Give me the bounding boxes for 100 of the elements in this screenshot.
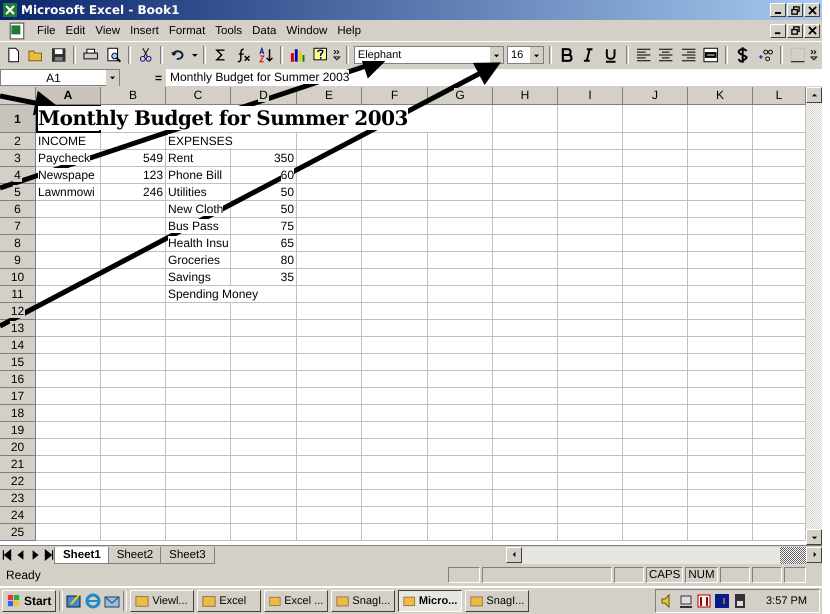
table-cell[interactable] [558, 252, 623, 269]
table-cell[interactable] [101, 422, 166, 439]
table-cell[interactable] [297, 422, 362, 439]
table-cell[interactable] [231, 303, 297, 320]
table-cell[interactable] [101, 337, 166, 354]
table-cell[interactable]: 350 [231, 150, 297, 167]
table-cell[interactable]: 75 [231, 218, 297, 235]
table-cell[interactable] [231, 371, 297, 388]
table-cell[interactable] [688, 371, 753, 388]
table-cell[interactable] [428, 337, 493, 354]
table-cell[interactable] [623, 252, 688, 269]
column-header[interactable]: H [493, 87, 558, 105]
row-header[interactable]: 25 [0, 524, 36, 541]
table-cell[interactable] [623, 371, 688, 388]
table-cell[interactable] [493, 218, 558, 235]
table-cell[interactable] [688, 286, 753, 303]
table-cell[interactable] [493, 201, 558, 218]
table-cell[interactable] [36, 405, 101, 422]
table-cell[interactable] [166, 439, 231, 456]
table-cell[interactable] [623, 473, 688, 490]
table-cell[interactable] [362, 235, 428, 252]
row-header[interactable]: 11 [0, 286, 36, 303]
table-cell[interactable] [362, 337, 428, 354]
table-cell[interactable] [101, 218, 166, 235]
table-cell[interactable] [362, 286, 428, 303]
table-cell[interactable] [101, 235, 166, 252]
table-cell[interactable] [688, 337, 753, 354]
table-cell[interactable] [428, 473, 493, 490]
network-icon[interactable] [678, 593, 694, 609]
table-cell[interactable] [362, 354, 428, 371]
table-cell[interactable] [101, 252, 166, 269]
print-preview-icon[interactable] [106, 47, 121, 63]
row-header[interactable]: 23 [0, 490, 36, 507]
vertical-scrollbar[interactable] [806, 87, 822, 545]
table-cell[interactable] [166, 320, 231, 337]
table-cell[interactable] [493, 456, 558, 473]
table-cell[interactable] [362, 150, 428, 167]
table-cell[interactable] [558, 456, 623, 473]
table-cell[interactable] [362, 507, 428, 524]
table-cell[interactable] [623, 184, 688, 201]
row-header[interactable]: 19 [0, 422, 36, 439]
tray-app-icon[interactable] [696, 593, 712, 609]
table-cell[interactable] [297, 201, 362, 218]
table-cell[interactable] [558, 320, 623, 337]
row-header[interactable]: 16 [0, 371, 36, 388]
table-cell[interactable] [166, 337, 231, 354]
table-cell[interactable] [166, 405, 231, 422]
table-cell[interactable] [428, 320, 493, 337]
table-cell[interactable] [623, 286, 688, 303]
table-cell[interactable] [623, 150, 688, 167]
table-cell[interactable]: 50 [231, 201, 297, 218]
table-cell[interactable] [493, 133, 558, 150]
row-header[interactable]: 20 [0, 439, 36, 456]
column-header[interactable]: C [166, 87, 231, 105]
table-cell[interactable] [688, 303, 753, 320]
sort-ascending-icon[interactable] [258, 47, 274, 63]
row-header[interactable]: 2 [0, 133, 36, 150]
table-cell[interactable] [558, 201, 623, 218]
table-cell[interactable]: 35 [231, 269, 297, 286]
table-cell[interactable] [36, 371, 101, 388]
row-header[interactable]: 17 [0, 388, 36, 405]
table-cell[interactable] [362, 167, 428, 184]
row-header[interactable]: 1 [0, 105, 36, 133]
table-cell[interactable] [297, 354, 362, 371]
table-cell[interactable] [297, 218, 362, 235]
table-cell[interactable] [428, 507, 493, 524]
table-cell[interactable] [297, 320, 362, 337]
table-cell[interactable] [558, 371, 623, 388]
table-cell[interactable] [428, 371, 493, 388]
table-cell[interactable] [101, 371, 166, 388]
sheet-tab[interactable]: Sheet3 [160, 546, 215, 564]
table-cell[interactable] [623, 456, 688, 473]
horizontal-scrollbar[interactable] [506, 546, 822, 564]
table-cell[interactable] [688, 150, 753, 167]
table-cell[interactable] [231, 524, 297, 541]
table-cell[interactable] [688, 184, 753, 201]
table-cell[interactable] [493, 507, 558, 524]
table-cell[interactable] [101, 286, 166, 303]
table-cell[interactable] [623, 303, 688, 320]
table-cell[interactable] [623, 439, 688, 456]
table-cell[interactable] [428, 235, 493, 252]
table-cell[interactable] [428, 184, 493, 201]
table-cell[interactable] [688, 456, 753, 473]
menu-item[interactable]: File [32, 24, 61, 36]
row-header[interactable]: 3 [0, 150, 36, 167]
merge-center-icon[interactable] [702, 47, 718, 63]
table-cell[interactable] [428, 133, 493, 150]
row-header[interactable]: 6 [0, 201, 36, 218]
table-cell[interactable] [166, 371, 231, 388]
table-cell[interactable] [101, 303, 166, 320]
table-cell[interactable] [428, 490, 493, 507]
row-header[interactable]: 7 [0, 218, 36, 235]
table-cell[interactable] [623, 235, 688, 252]
table-cell[interactable] [623, 490, 688, 507]
table-cell[interactable] [297, 150, 362, 167]
table-cell[interactable] [558, 105, 623, 133]
table-cell[interactable] [297, 303, 362, 320]
table-cell[interactable] [558, 184, 623, 201]
table-cell[interactable] [101, 269, 166, 286]
menu-item[interactable]: View [90, 24, 126, 36]
